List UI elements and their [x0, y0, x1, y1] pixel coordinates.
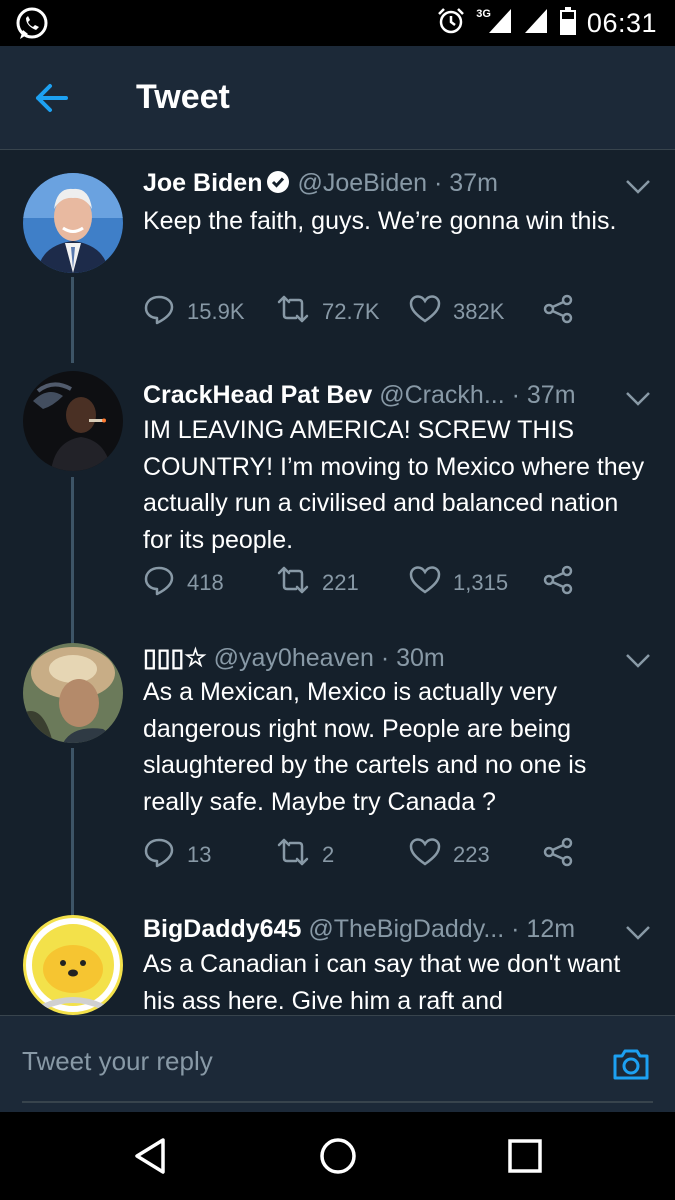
- tweet-text: Keep the faith, guys. We’re gonna win th…: [143, 207, 617, 235]
- tweet-text: IM LEAVING AMERICA! SCREW THIS COUNTRY! …: [143, 416, 645, 554]
- display-name[interactable]: BigDaddy645: [143, 915, 301, 943]
- tweet-header: BigDaddy645 @TheBigDaddy... · 12m: [143, 915, 615, 949]
- chevron-down-icon[interactable]: [625, 653, 651, 669]
- chevron-down-icon[interactable]: [625, 925, 651, 941]
- verified-badge-icon: [266, 170, 290, 201]
- reply-count: 13: [187, 842, 212, 867]
- share-button[interactable]: [542, 836, 574, 874]
- like-button[interactable]: 1,315: [409, 566, 508, 600]
- handle[interactable]: @JoeBiden: [297, 169, 427, 197]
- handle[interactable]: @Crackh...: [379, 381, 504, 409]
- reply-icon: [143, 293, 175, 331]
- tweet-thread[interactable]: Joe Biden @JoeBiden · 37m Keep the faith…: [0, 151, 675, 1015]
- status-bar: 3G 06:31: [0, 0, 675, 46]
- back-triangle-icon[interactable]: [131, 1136, 171, 1176]
- timestamp: · 37m: [511, 381, 576, 409]
- chevron-down-icon[interactable]: [625, 391, 651, 407]
- display-name[interactable]: CrackHead Pat Bev: [143, 381, 372, 409]
- tweet-header: ▯▯▯☆ @yay0heaven · 30m: [143, 643, 615, 677]
- like-button[interactable]: 382K: [409, 295, 504, 329]
- like-count: 382K: [453, 299, 505, 324]
- share-icon: [542, 836, 574, 874]
- system-nav-bar: [0, 1112, 675, 1200]
- tweet[interactable]: BigDaddy645 @TheBigDaddy... · 12m As a C…: [0, 905, 675, 1015]
- timestamp: · 30m: [380, 644, 445, 672]
- avatar[interactable]: [23, 915, 123, 1015]
- avatar[interactable]: [23, 173, 123, 273]
- reply-input-underline: [22, 1101, 653, 1103]
- header: Tweet: [0, 46, 675, 150]
- retweet-icon: [276, 293, 310, 331]
- reply-icon: [143, 836, 175, 874]
- retweet-button[interactable]: 72.7K: [276, 295, 380, 329]
- tweet[interactable]: CrackHead Pat Bev @Crackh... · 37m IM LE…: [0, 361, 675, 633]
- share-button[interactable]: [542, 293, 574, 331]
- tweet-header: CrackHead Pat Bev @Crackh... · 37m: [143, 381, 615, 415]
- handle[interactable]: @yay0heaven: [214, 644, 374, 672]
- network-type: 3G: [476, 8, 491, 20]
- tweet[interactable]: Joe Biden @JoeBiden · 37m Keep the faith…: [0, 151, 675, 361]
- share-icon: [542, 564, 574, 602]
- reply-button[interactable]: 13: [143, 838, 211, 872]
- like-button[interactable]: 223: [409, 838, 490, 872]
- battery-icon: [559, 6, 577, 41]
- recents-square-icon[interactable]: [505, 1136, 545, 1176]
- tweet-actions: 15.9K 72.7K 382K: [143, 293, 583, 331]
- display-name[interactable]: ▯▯▯☆: [143, 644, 207, 672]
- like-count: 223: [453, 842, 490, 867]
- retweet-button[interactable]: 221: [276, 566, 359, 600]
- tweet-actions: 13 2 223: [143, 836, 583, 874]
- retweet-button[interactable]: 2: [276, 838, 334, 872]
- like-icon: [409, 837, 441, 873]
- signal-icon: [523, 7, 549, 40]
- tweet-header: Joe Biden @JoeBiden · 37m: [143, 169, 615, 203]
- retweet-count: 2: [322, 842, 335, 867]
- reply-button[interactable]: 418: [143, 566, 224, 600]
- like-count: 1,315: [453, 570, 509, 595]
- like-icon: [409, 294, 441, 330]
- reply-count: 418: [187, 570, 224, 595]
- retweet-count: 72.7K: [322, 299, 380, 324]
- chevron-down-icon[interactable]: [625, 179, 651, 195]
- tweet-text: As a Canadian i can say that we don't wa…: [143, 950, 621, 1015]
- home-circle-icon[interactable]: [318, 1136, 358, 1176]
- timestamp: · 12m: [511, 915, 576, 943]
- clock: 06:31: [586, 7, 657, 38]
- retweet-icon: [276, 836, 310, 874]
- page-title: Tweet: [136, 78, 230, 116]
- tweet-actions: 418 221 1,315: [143, 564, 583, 602]
- reply-button[interactable]: 15.9K: [143, 295, 245, 329]
- tweet-text: As a Mexican, Mexico is actually very da…: [143, 678, 587, 816]
- share-button[interactable]: [542, 564, 574, 602]
- avatar[interactable]: [23, 643, 123, 743]
- back-arrow-icon[interactable]: [30, 78, 74, 118]
- alarm-icon: [436, 6, 466, 41]
- retweet-icon: [276, 564, 310, 602]
- display-name[interactable]: Joe Biden: [143, 169, 262, 197]
- avatar[interactable]: [23, 371, 123, 471]
- whatsapp-icon: [14, 6, 50, 42]
- camera-icon[interactable]: [611, 1044, 651, 1084]
- share-icon: [542, 293, 574, 331]
- like-icon: [409, 565, 441, 601]
- reply-bar: Tweet your reply: [0, 1015, 675, 1112]
- reply-icon: [143, 564, 175, 602]
- timestamp: · 37m: [434, 169, 498, 197]
- retweet-count: 221: [322, 570, 359, 595]
- handle[interactable]: @TheBigDaddy...: [308, 915, 504, 943]
- reply-input[interactable]: Tweet your reply: [22, 1046, 213, 1077]
- tweet[interactable]: ▯▯▯☆ @yay0heaven · 30m As a Mexican, Mex…: [0, 633, 675, 905]
- reply-count: 15.9K: [187, 299, 245, 324]
